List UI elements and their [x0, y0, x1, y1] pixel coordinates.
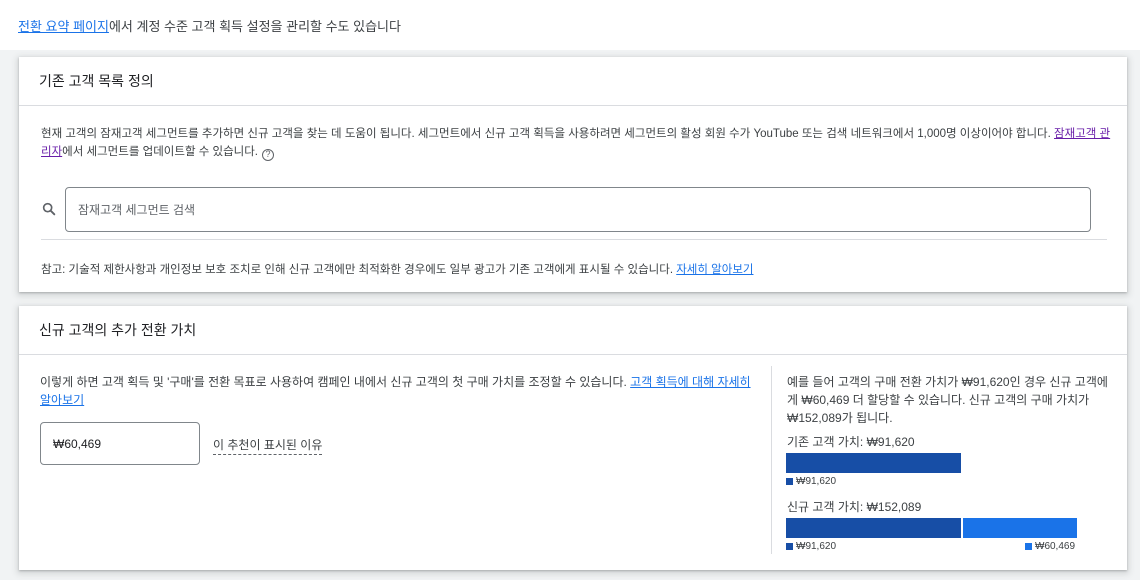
existing-customers-card: 기존 고객 목록 정의 현재 고객의 잠재고객 세그먼트를 추가하면 신규 고객… [19, 57, 1127, 292]
base-swatch [786, 543, 793, 550]
new-base-legend-text: ₩91,620 [796, 541, 837, 552]
existing-value-legend-text: ₩91,620 [796, 476, 837, 487]
additional-value-input[interactable] [40, 422, 200, 465]
learn-more-link[interactable]: 자세히 알아보기 [676, 264, 753, 276]
value-description-text: 이렇게 하면 고객 획득 및 '구매'를 전환 목표로 사용하여 캠페인 내에서… [40, 375, 631, 389]
new-value-base-bar [786, 518, 961, 538]
existing-customers-description: 현재 고객의 잠재고객 세그먼트를 추가하면 신규 고객을 찾는 데 도움이 됩… [41, 125, 1111, 161]
value-example-text: 예를 들어 고객의 구매 전환 가치가 ₩91,620인 경우 신규 고객에게 … [787, 375, 1108, 425]
description-text-1: 현재 고객의 잠재고객 세그먼트를 추가하면 신규 고객을 찾는 데 도움이 됩… [41, 128, 1055, 140]
new-value-label: 신규 고객 가치: ₩152,089 [787, 500, 922, 514]
existing-customers-title: 기존 고객 목록 정의 [19, 57, 1127, 106]
new-extra-legend-text: ₩60,469 [1035, 541, 1076, 552]
top-band: 전환 요약 페이지에서 계정 수준 고객 획득 설정을 관리할 수도 있습니다 [0, 0, 1140, 50]
vertical-divider [771, 366, 772, 554]
base-swatch [786, 478, 793, 485]
question-circle-icon[interactable]: ? [262, 148, 275, 161]
conversion-summary-link[interactable]: 전환 요약 페이지 [18, 19, 109, 34]
limitation-note: 참고: 기술적 제한사항과 개인정보 보호 조치로 인해 신규 고객에만 최적화… [41, 261, 753, 277]
search-icon [42, 202, 56, 216]
extra-swatch [1025, 543, 1032, 550]
description-text-2: 에서 세그먼트를 업데이트할 수 있습니다. [62, 146, 259, 158]
why-recommendation-link[interactable]: 이 추천이 표시된 이유 [213, 436, 323, 455]
note-text: 참고: 기술적 제한사항과 개인정보 보호 조치로 인해 신규 고객에만 최적화… [41, 264, 677, 276]
existing-value-legend: ₩91,620 [786, 476, 836, 487]
new-customer-value-card: 신규 고객의 추가 전환 가치 이렇게 하면 고객 획득 및 '구매'를 전환 … [19, 306, 1127, 570]
new-customer-value-title: 신규 고객의 추가 전환 가치 [19, 306, 1127, 355]
new-value-base-legend: ₩91,620 [786, 541, 836, 552]
existing-value-label: 기존 고객 가치: ₩91,620 [787, 435, 915, 449]
new-customer-value-description: 이렇게 하면 고객 획득 및 '구매'를 전환 목표로 사용하여 캠페인 내에서… [40, 373, 756, 409]
conversion-summary-line: 전환 요약 페이지에서 계정 수준 고객 획득 설정을 관리할 수도 있습니다 [18, 16, 401, 35]
conversion-summary-text: 에서 계정 수준 고객 획득 설정을 관리할 수도 있습니다 [108, 19, 401, 34]
divider [41, 239, 1107, 240]
existing-value-bar [786, 453, 961, 473]
new-value-extra-bar [963, 518, 1077, 538]
new-value-extra-legend: ₩60,469 [1025, 541, 1075, 552]
audience-segment-search-input[interactable] [65, 187, 1091, 232]
